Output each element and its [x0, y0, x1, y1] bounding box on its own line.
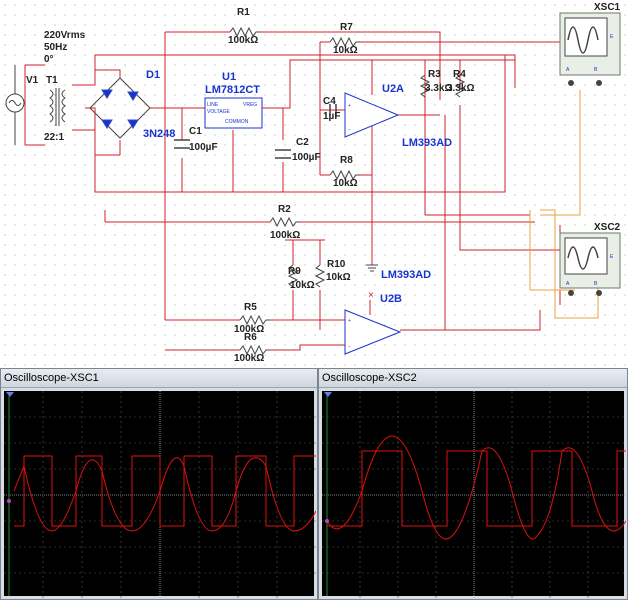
oscilloscope-xsc2-window[interactable]: Oscilloscope-XSC2 — [318, 368, 628, 600]
u2b-name-label: U2B — [380, 293, 402, 305]
r7-value-label: 10kΩ — [333, 45, 358, 56]
c4-value-label: 1µF — [323, 111, 340, 122]
transformer-icon[interactable] — [49, 88, 66, 126]
capacitor-c1-icon[interactable] — [174, 139, 190, 149]
bridge-name-label: D1 — [146, 69, 160, 81]
r3-name-label: R3 — [428, 69, 441, 80]
c2-value-label: 100µF — [292, 152, 321, 163]
r2-value-label: 100kΩ — [270, 230, 300, 241]
schematic-canvas[interactable]: + − + − × 220Vrms 50Hz 0° V1 T1 22:1 D1 3N… — [0, 0, 628, 368]
ground-icon — [366, 264, 378, 272]
u2b-part-label: LM393AD — [381, 269, 431, 281]
r5-name-label: R5 — [244, 302, 257, 313]
capacitor-c2-icon[interactable] — [275, 149, 291, 159]
regulator-vreg-pin: VREG — [243, 102, 257, 108]
source-voltage-label: 220Vrms — [44, 30, 86, 41]
regulator-name-label: U1 — [222, 71, 236, 83]
r8-name-label: R8 — [340, 155, 353, 166]
source-frequency-label: 50Hz — [44, 42, 67, 53]
c4-name-label: C4 — [323, 96, 336, 107]
r1-value-label: 100kΩ — [228, 35, 258, 46]
opamp-u2b-icon[interactable]: +− — [344, 309, 402, 355]
xsc2-name-label: XSC2 — [594, 222, 621, 233]
source-phase-label: 0° — [44, 54, 54, 65]
r7-name-label: R7 — [340, 22, 353, 33]
r9-name-label: R9 — [288, 266, 301, 277]
scope-xsc1-icon[interactable] — [559, 12, 621, 86]
oscilloscope-xsc2-title[interactable]: Oscilloscope-XSC2 — [319, 369, 627, 388]
resistor-r10-icon — [314, 264, 326, 288]
r4-name-label: R4 — [453, 69, 466, 80]
bridge-rectifier-icon[interactable] — [89, 77, 151, 139]
c1-value-label: 100µF — [189, 142, 218, 153]
svg-text:−: − — [348, 344, 351, 350]
regulator-line-pin: LINE — [207, 102, 219, 108]
xsc1-name-label: XSC1 — [594, 2, 621, 13]
r6-value-label: 100kΩ — [234, 353, 264, 364]
transformer-name-label: T1 — [46, 75, 58, 86]
regulator-voltage-pin: VOLTAGE — [207, 109, 231, 115]
r10-name-label: R10 — [327, 259, 346, 270]
oscilloscope-xsc1-display — [4, 391, 316, 598]
oscilloscope-xsc2-screen — [322, 391, 626, 598]
oscilloscope-xsc2-display — [322, 391, 626, 598]
regulator-part-label: LM7812CT — [205, 84, 260, 96]
u2a-part-label: LM393AD — [402, 137, 452, 149]
transformer-ratio-label: 22:1 — [44, 132, 64, 143]
circuit-diagram: +− +− × 220Vrms 50Hz 0° V1 T1 22:1 D1 3N… — [5, 2, 621, 364]
bridge-part-label: 3N248 — [143, 128, 175, 140]
r10-value-label: 10kΩ — [326, 272, 351, 283]
svg-text:+: + — [348, 103, 351, 109]
source-name-label: V1 — [26, 75, 39, 86]
c1-name-label: C1 — [189, 126, 202, 137]
resistor-r2-icon — [269, 216, 300, 228]
regulator-common-pin: COMMON — [225, 119, 249, 125]
r4-value-label: 3.3kΩ — [447, 83, 474, 94]
svg-text:−: − — [348, 127, 351, 133]
oscilloscope-xsc1-window[interactable]: Oscilloscope-XSC1 — [0, 368, 318, 600]
resistor-r5-icon — [239, 314, 270, 326]
r9-value-label: 10kΩ — [290, 280, 315, 291]
r6-name-label: R6 — [244, 332, 257, 343]
oscilloscope-xsc1-screen — [4, 391, 316, 598]
r8-value-label: 10kΩ — [333, 178, 358, 189]
oscilloscope-xsc1-title[interactable]: Oscilloscope-XSC1 — [1, 369, 317, 388]
u2a-name-label: U2A — [382, 83, 404, 95]
svg-text:+: + — [348, 318, 351, 324]
c2-name-label: C2 — [296, 137, 309, 148]
svg-text:×: × — [368, 290, 374, 301]
r2-name-label: R2 — [278, 204, 291, 215]
r1-name-label: R1 — [237, 7, 250, 18]
